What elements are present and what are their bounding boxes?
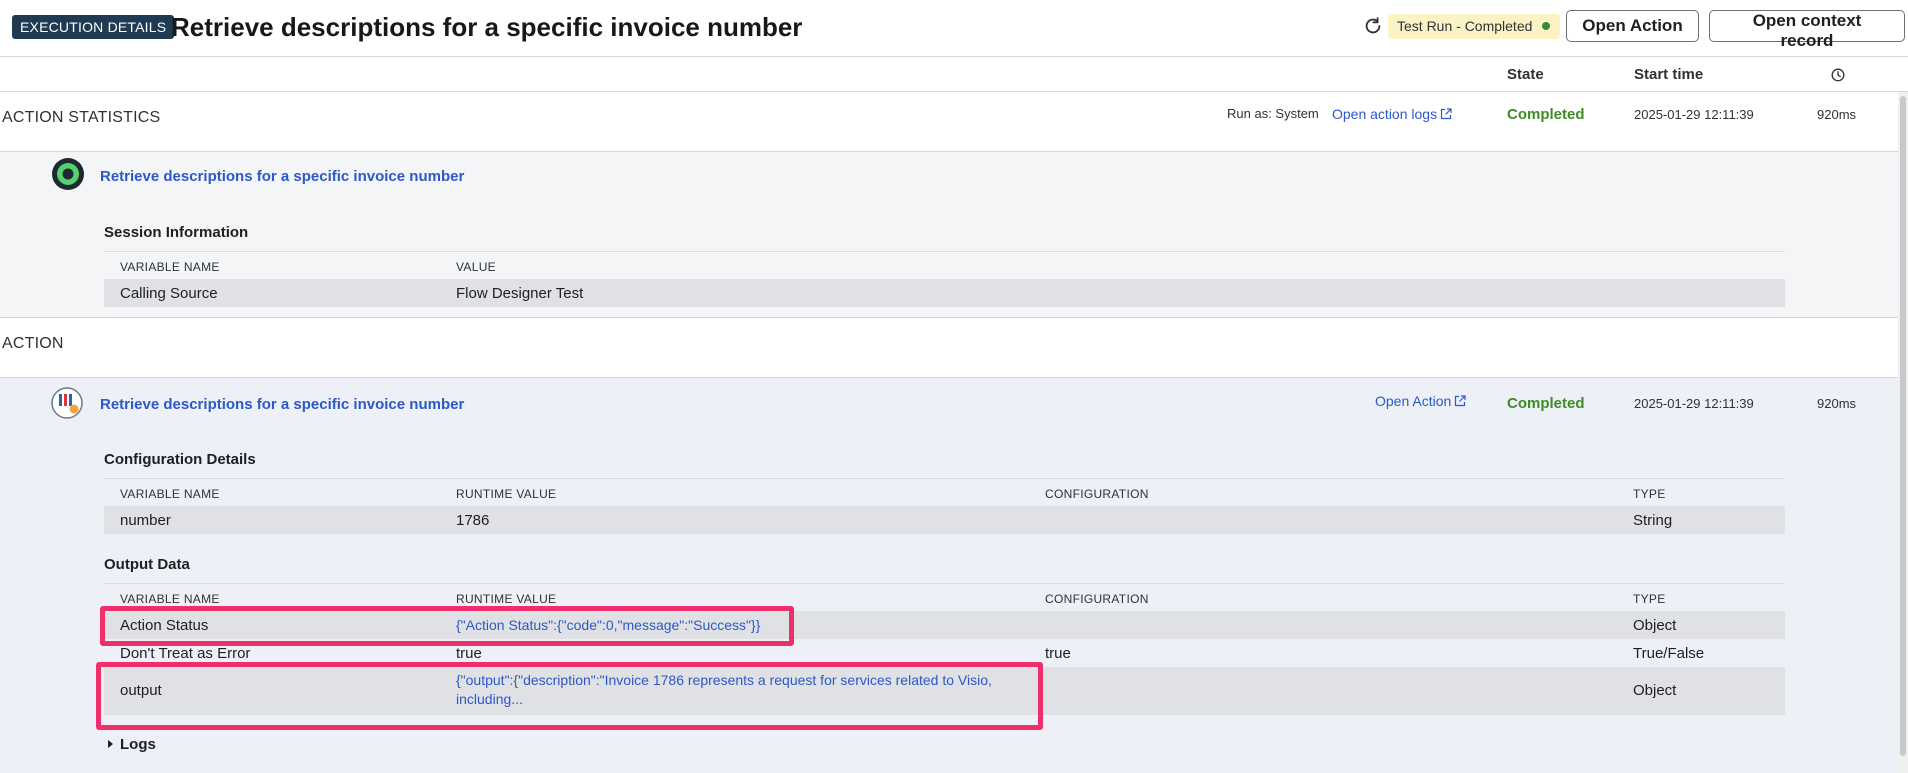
cell-variable-name: Calling Source: [120, 285, 218, 302]
column-header: VARIABLE NAME: [120, 260, 220, 274]
open-action-label: Open Action: [1375, 393, 1452, 409]
execution-details-tag: EXECUTION DETAILS: [12, 15, 175, 39]
vertical-scrollbar-thumb[interactable]: [1900, 96, 1906, 756]
cell-variable-name: number: [120, 512, 171, 529]
cell-variable-name: Action Status: [120, 617, 209, 634]
column-header: VARIABLE NAME: [120, 592, 220, 606]
output-table: VARIABLE NAME RUNTIME VALUE CONFIGURATIO…: [104, 583, 1785, 715]
test-run-status-badge: Test Run - Completed: [1388, 14, 1561, 39]
open-context-record-button[interactable]: Open context record: [1709, 10, 1905, 50]
action-state: Completed: [1507, 395, 1585, 412]
cell-runtime-value-link[interactable]: {"Action Status":{"code":0,"message":"Su…: [456, 617, 760, 633]
action-duration: 920ms: [1817, 396, 1857, 411]
open-action-logs-label: Open action logs: [1332, 106, 1438, 122]
status-text: Test Run - Completed: [1397, 18, 1533, 34]
table-row: Don't Treat as Error true true True/Fals…: [104, 639, 1785, 667]
cell-runtime-value-link[interactable]: {"output":{"description":"Invoice 1786 r…: [456, 672, 992, 688]
cell-variable-name: Don't Treat as Error: [120, 645, 251, 662]
cell-variable-name: output: [120, 682, 162, 699]
column-header: CONFIGURATION: [1045, 487, 1149, 501]
configuration-table: VARIABLE NAME RUNTIME VALUE CONFIGURATIO…: [104, 478, 1785, 534]
session-information-heading: Session Information: [104, 224, 249, 241]
state-column-header: State: [1507, 66, 1544, 83]
start-time-column-header: Start time: [1634, 66, 1704, 83]
cell-type: Object: [1633, 682, 1677, 699]
table-header: VARIABLE NAME RUNTIME VALUE CONFIGURATIO…: [104, 478, 1785, 506]
configuration-details-heading: Configuration Details: [104, 451, 256, 468]
cell-runtime-value: 1786: [456, 512, 490, 529]
column-header-bar: State Start time: [0, 57, 1908, 92]
clock-icon: [1831, 68, 1845, 82]
table-header: VARIABLE NAME VALUE: [104, 251, 1785, 279]
external-link-icon: [1440, 108, 1452, 120]
external-link-icon: [1455, 395, 1466, 407]
flow-trigger-icon: [52, 158, 84, 190]
refresh-icon[interactable]: [1362, 15, 1384, 37]
page-title: Retrieve descriptions for a specific inv…: [171, 12, 803, 42]
column-header: TYPE: [1633, 487, 1666, 501]
run-as-label: Run as: System: [1227, 106, 1319, 121]
cell-configuration: true: [1045, 645, 1071, 662]
open-action-link[interactable]: Open Action: [1375, 393, 1466, 409]
column-header: TYPE: [1633, 592, 1666, 606]
cell-type: String: [1633, 512, 1673, 529]
action-statistics-label: ACTION STATISTICS: [2, 109, 161, 126]
caret-right-icon: [108, 740, 113, 748]
logs-toggle[interactable]: Logs: [108, 736, 156, 753]
logs-label: Logs: [120, 736, 156, 753]
action-statistics-row: ACTION STATISTICS Run as: System Open ac…: [0, 92, 1898, 152]
session-table: VARIABLE NAME VALUE Calling Source Flow …: [104, 251, 1785, 307]
output-data-heading: Output Data: [104, 556, 190, 573]
action-details-panel: Retrieve descriptions for a specific inv…: [0, 378, 1898, 773]
stats-start-time: 2025-01-29 12:11:39: [1634, 107, 1754, 122]
status-dot: [1542, 22, 1551, 30]
open-action-button[interactable]: Open Action: [1566, 10, 1699, 42]
cell-type: True/False: [1633, 645, 1705, 662]
action-step-icon: [51, 387, 83, 419]
table-row: number 1786 String: [104, 506, 1785, 534]
table-row: Action Status {"Action Status":{"code":0…: [104, 611, 1785, 639]
header-bar: EXECUTION DETAILS Retrieve descriptions …: [0, 0, 1908, 57]
session-panel: Retrieve descriptions for a specific inv…: [0, 152, 1898, 318]
cell-value: Flow Designer Test: [456, 285, 584, 302]
cell-type: Object: [1633, 617, 1677, 634]
cell-runtime-value: true: [456, 645, 482, 662]
table-header: VARIABLE NAME RUNTIME VALUE CONFIGURATIO…: [104, 583, 1785, 611]
column-header: CONFIGURATION: [1045, 592, 1149, 606]
column-header: VALUE: [456, 260, 496, 274]
table-row: output {"output":{"description":"Invoice…: [104, 667, 1785, 715]
column-header: RUNTIME VALUE: [456, 592, 557, 606]
column-header: RUNTIME VALUE: [456, 487, 557, 501]
action-section-label: ACTION: [2, 335, 64, 352]
table-row: Calling Source Flow Designer Test: [104, 279, 1785, 307]
action-start-time: 2025-01-29 12:11:39: [1634, 396, 1754, 411]
cell-runtime-value-continuation[interactable]: including...: [456, 691, 523, 707]
stats-state: Completed: [1507, 106, 1585, 123]
stats-duration: 920ms: [1817, 107, 1857, 122]
open-action-logs-link[interactable]: Open action logs: [1332, 106, 1452, 122]
action-node-title-link[interactable]: Retrieve descriptions for a specific inv…: [100, 396, 464, 413]
column-header: VARIABLE NAME: [120, 487, 220, 501]
action-section-header: ACTION: [0, 318, 1898, 378]
session-node-title-link[interactable]: Retrieve descriptions for a specific inv…: [100, 168, 464, 185]
